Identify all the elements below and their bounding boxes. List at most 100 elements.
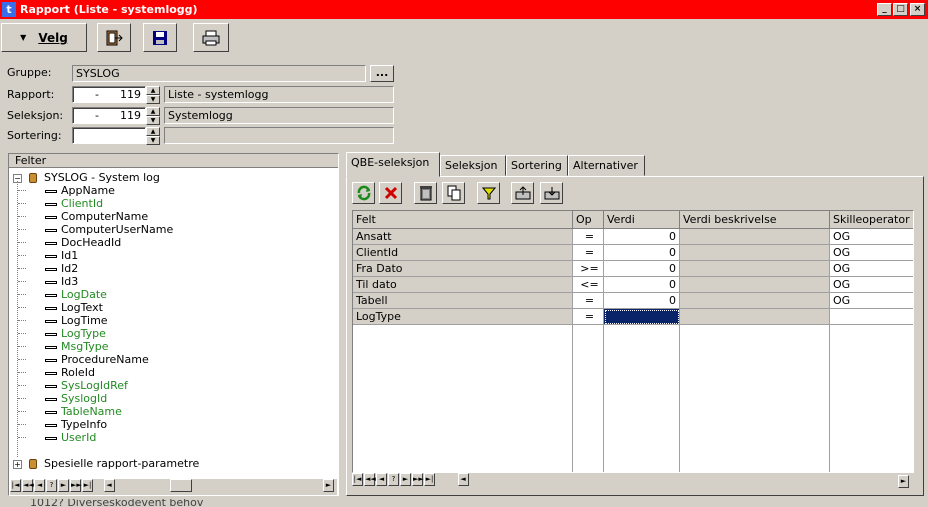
- grid-nav-next-button[interactable]: ►: [400, 473, 411, 486]
- tree-root-special-params[interactable]: + Spesielle rapport-parametre: [13, 457, 199, 470]
- nav-prev-button[interactable]: ◄: [34, 479, 45, 492]
- grid-cell-felt[interactable]: Tabell: [353, 293, 573, 309]
- grid-column-header[interactable]: Op: [573, 211, 604, 229]
- nav-prev-page-button[interactable]: ◄◄: [22, 479, 34, 492]
- tree-field-item[interactable]: AppName: [18, 184, 115, 197]
- grid-cell-beskrivelse[interactable]: [680, 261, 830, 277]
- print-button[interactable]: [193, 23, 229, 52]
- grid-cell-skille[interactable]: OG: [830, 261, 913, 277]
- tree-field-item[interactable]: TableName: [18, 405, 122, 418]
- tree-field-item[interactable]: ComputerName: [18, 210, 148, 223]
- delete-button[interactable]: [379, 182, 402, 204]
- close-button[interactable]: ×: [910, 3, 925, 16]
- grid-cell-beskrivelse[interactable]: [680, 293, 830, 309]
- tree-field-item[interactable]: Id1: [18, 249, 78, 262]
- grid-scroll-left-button[interactable]: ◄: [457, 473, 469, 486]
- grid-cell-op[interactable]: =: [573, 293, 604, 309]
- grid-cell-op[interactable]: <=: [573, 277, 604, 293]
- grid-column-header[interactable]: Skilleoperator: [830, 211, 913, 229]
- grid-cell-op[interactable]: >=: [573, 261, 604, 277]
- sortering-field[interactable]: [72, 127, 146, 144]
- grid-cell-felt[interactable]: ClientId: [353, 245, 573, 261]
- import-button[interactable]: [511, 182, 534, 204]
- seleksjon-spinner[interactable]: ▲ ▼: [146, 107, 160, 125]
- scroll-left-button[interactable]: ◄: [103, 479, 115, 492]
- tree-field-item[interactable]: Id3: [18, 275, 78, 288]
- horizontal-scroll-thumb[interactable]: [170, 479, 192, 492]
- refresh-button[interactable]: [352, 182, 375, 204]
- export-button[interactable]: [540, 182, 563, 204]
- grid-cell-felt[interactable]: Til dato: [353, 277, 573, 293]
- tree-field-item[interactable]: LogType: [18, 327, 106, 340]
- grid-cell-skille[interactable]: OG: [830, 277, 913, 293]
- tree-field-item[interactable]: RoleId: [18, 366, 95, 379]
- tab-alternativer[interactable]: Alternativer: [568, 155, 645, 176]
- maximize-button[interactable]: □: [893, 3, 908, 16]
- tree-field-item[interactable]: DocHeadId: [18, 236, 121, 249]
- rapport-spinner[interactable]: ▲ ▼: [146, 86, 160, 104]
- grid-column-header[interactable]: Verdi beskrivelse: [680, 211, 830, 229]
- gruppe-browse-button[interactable]: ...: [370, 65, 394, 82]
- grid-cell-beskrivelse[interactable]: [680, 309, 830, 325]
- scroll-right-button[interactable]: ►: [323, 479, 334, 492]
- grid-nav-next-page-button[interactable]: ►►: [412, 473, 424, 486]
- nav-last-button[interactable]: ►|: [82, 479, 93, 492]
- trash-button[interactable]: [414, 182, 437, 204]
- tree-field-item[interactable]: ProcedureName: [18, 353, 149, 366]
- grid-cell-beskrivelse[interactable]: [680, 245, 830, 261]
- tree-field-item[interactable]: Id2: [18, 262, 78, 275]
- grid-cell-beskrivelse[interactable]: [680, 277, 830, 293]
- velg-button[interactable]: ▼ Velg: [1, 23, 87, 52]
- tree-field-item[interactable]: ClientId: [18, 197, 103, 210]
- tab-qbe-seleksjon[interactable]: QBE-seleksjon: [346, 152, 440, 177]
- exit-button[interactable]: [97, 23, 131, 52]
- grid-column-header[interactable]: Felt: [353, 211, 573, 229]
- grid-cell-skille[interactable]: OG: [830, 245, 913, 261]
- grid-nav-last-button[interactable]: ►|: [424, 473, 435, 486]
- grid-cell-verdi[interactable]: [604, 309, 680, 325]
- nav-next-page-button[interactable]: ►►: [70, 479, 82, 492]
- tree-field-item[interactable]: TypeInfo: [18, 418, 107, 431]
- gruppe-field[interactable]: SYSLOG: [72, 65, 366, 82]
- filter-button[interactable]: [477, 182, 500, 204]
- grid-nav-prev-button[interactable]: ◄: [376, 473, 387, 486]
- save-button[interactable]: [143, 23, 177, 52]
- grid-cell-verdi[interactable]: 0: [604, 229, 680, 245]
- rapport-number-field[interactable]: - 119: [72, 86, 146, 103]
- grid-cell-skille[interactable]: OG: [830, 293, 913, 309]
- tree-field-item[interactable]: SyslogId: [18, 392, 107, 405]
- nav-help-button[interactable]: ?: [46, 479, 57, 492]
- grid-cell-op[interactable]: =: [573, 245, 604, 261]
- grid-cell-felt[interactable]: Fra Dato: [353, 261, 573, 277]
- grid-cell-verdi[interactable]: 0: [604, 277, 680, 293]
- sortering-spinner[interactable]: ▲ ▼: [146, 127, 160, 145]
- qbe-grid[interactable]: Felt Op Verdi Verdi beskrivelse Skilleoperat…: [352, 210, 914, 473]
- tree-root-syslog[interactable]: − SYSLOG - System log: [13, 171, 160, 184]
- grid-cell-skille[interactable]: OG: [830, 229, 913, 245]
- grid-cell-beskrivelse[interactable]: [680, 229, 830, 245]
- grid-cell-skille[interactable]: [830, 309, 913, 325]
- tree-field-item[interactable]: UserId: [18, 431, 96, 444]
- grid-nav-prev-page-button[interactable]: ◄◄: [364, 473, 376, 486]
- grid-cell-op[interactable]: =: [573, 309, 604, 325]
- grid-scroll-right-button[interactable]: ►: [898, 475, 909, 488]
- copy-button[interactable]: [442, 182, 465, 204]
- grid-nav-help-button[interactable]: ?: [388, 473, 399, 486]
- grid-column-header[interactable]: Verdi: [604, 211, 680, 229]
- minimize-button[interactable]: _: [877, 3, 892, 16]
- tree-field-item[interactable]: ComputerUserName: [18, 223, 173, 236]
- nav-next-button[interactable]: ►: [58, 479, 69, 492]
- grid-cell-felt[interactable]: Ansatt: [353, 229, 573, 245]
- tree-field-item[interactable]: MsgType: [18, 340, 108, 353]
- title-bar[interactable]: t Rapport (Liste - systemlogg) _ □ ×: [0, 0, 928, 19]
- tree-field-item[interactable]: LogText: [18, 301, 103, 314]
- grid-cell-op[interactable]: =: [573, 229, 604, 245]
- expand-icon[interactable]: +: [13, 459, 22, 469]
- grid-cell-verdi[interactable]: 0: [604, 261, 680, 277]
- tree-field-item[interactable]: LogDate: [18, 288, 107, 301]
- tree-field-item[interactable]: SysLogIdRef: [18, 379, 128, 392]
- grid-cell-felt[interactable]: LogType: [353, 309, 573, 325]
- seleksjon-number-field[interactable]: - 119: [72, 107, 146, 124]
- tree-field-item[interactable]: LogTime: [18, 314, 108, 327]
- grid-nav-first-button[interactable]: |◄: [352, 473, 363, 486]
